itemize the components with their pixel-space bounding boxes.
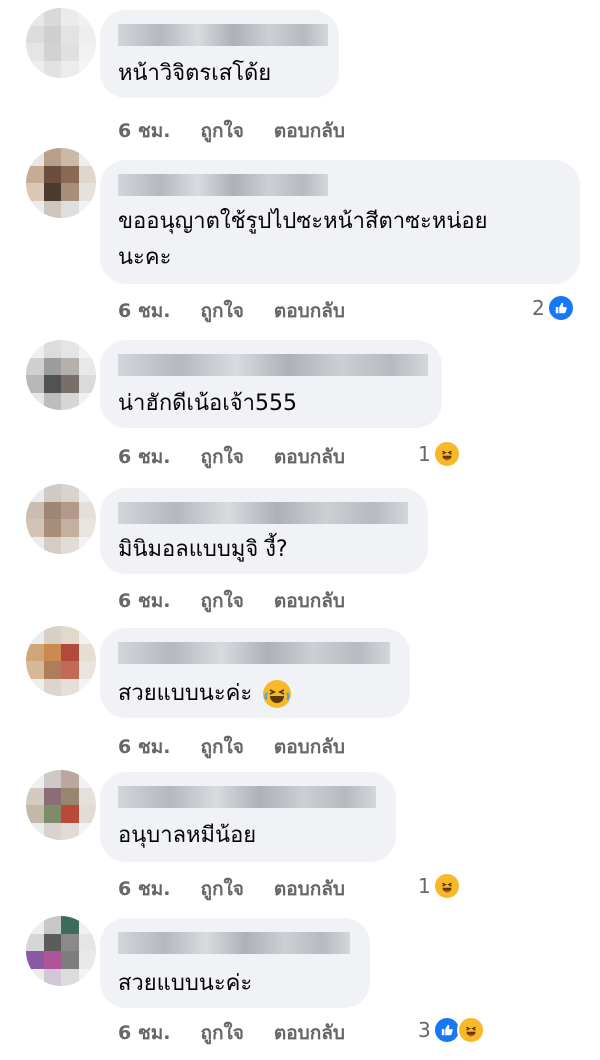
comment-bubble: มินิมอลแบบมูจิ งี้? [100, 488, 428, 574]
comment-bubble: น่าฮักดีเน้อเจ้า555 [100, 340, 442, 428]
comment-text-content: สวยแบบนะค่ะ [118, 681, 253, 706]
comment-actions: 6 ชม. ถูกใจ ตอบกลับ [118, 586, 345, 616]
comment-actions: 6 ชม. ถูกใจ ตอบกลับ [118, 442, 345, 472]
reaction-count: 3 [418, 1018, 431, 1042]
reaction-summary[interactable]: 1 [418, 440, 461, 468]
timestamp[interactable]: 6 ชม. [118, 874, 170, 904]
author-name-blurred[interactable] [118, 932, 350, 954]
avatar[interactable] [26, 484, 96, 554]
avatar[interactable] [26, 340, 96, 410]
reply-button[interactable]: ตอบกลับ [274, 296, 345, 326]
reaction-count: 1 [418, 442, 431, 466]
comment-bubble: สวยแบบนะค่ะ [100, 628, 410, 718]
comment-text: มินิมอลแบบมูจิ งี้? [118, 537, 288, 562]
author-name-blurred[interactable] [118, 786, 376, 808]
reply-button[interactable]: ตอบกลับ [274, 1018, 345, 1048]
like-button[interactable]: ถูกใจ [200, 296, 243, 326]
crying-laughing-emoji-icon [263, 680, 292, 708]
like-button[interactable]: ถูกใจ [200, 874, 243, 904]
avatar[interactable] [26, 8, 96, 78]
reaction-count: 2 [532, 296, 545, 320]
reply-button[interactable]: ตอบกลับ [274, 116, 345, 146]
like-button[interactable]: ถูกใจ [200, 586, 243, 616]
avatar[interactable] [26, 148, 96, 218]
timestamp[interactable]: 6 ชม. [118, 586, 170, 616]
timestamp[interactable]: 6 ชม. [118, 296, 170, 326]
comment-actions: 6 ชม. ถูกใจ ตอบกลับ [118, 732, 345, 762]
author-name-blurred[interactable] [118, 502, 408, 524]
avatar[interactable] [26, 626, 96, 696]
comment-text-line1: ขออนุญาตใช้รูปไปซะหน้าสีตาซะหน่อย [118, 209, 488, 234]
comment-text: สวยแบบนะค่ะ [118, 971, 253, 996]
timestamp[interactable]: 6 ชม. [118, 442, 170, 472]
comment-actions: 6 ชม. ถูกใจ ตอบกลับ [118, 1018, 345, 1048]
timestamp[interactable]: 6 ชม. [118, 732, 170, 762]
avatar[interactable] [26, 916, 96, 986]
like-button[interactable]: ถูกใจ [200, 732, 243, 762]
reply-button[interactable]: ตอบกลับ [274, 442, 345, 472]
haha-reaction-icon [432, 440, 461, 468]
comment-text: สวยแบบนะค่ะ [118, 676, 292, 712]
like-button[interactable]: ถูกใจ [200, 442, 243, 472]
reply-button[interactable]: ตอบกลับ [274, 586, 345, 616]
reply-button[interactable]: ตอบกลับ [274, 874, 345, 904]
comment-bubble: สวยแบบนะค่ะ [100, 918, 370, 1008]
comment-bubble: อนุบาลหมีน้อย [100, 772, 396, 862]
haha-reaction-icon [456, 1016, 485, 1044]
author-name-blurred[interactable] [118, 354, 428, 376]
comment-bubble: ขออนุญาตใช้รูปไปซะหน้าสีตาซะหน่อย นะคะ [100, 160, 580, 284]
like-reaction-icon [546, 294, 575, 322]
reaction-summary[interactable]: 3 [418, 1016, 485, 1044]
timestamp[interactable]: 6 ชม. [118, 116, 170, 146]
comment-text: น่าฮักดีเน้อเจ้า555 [118, 391, 297, 416]
like-button[interactable]: ถูกใจ [200, 1018, 243, 1048]
reaction-summary[interactable]: 1 [418, 872, 461, 900]
reply-button[interactable]: ตอบกลับ [274, 732, 345, 762]
haha-reaction-icon [432, 872, 461, 900]
reaction-summary[interactable]: 2 [532, 294, 575, 322]
timestamp[interactable]: 6 ชม. [118, 1018, 170, 1048]
comment-bubble: หน้าวิจิตรเสโด้ย [100, 10, 339, 98]
author-name-blurred[interactable] [118, 174, 328, 196]
avatar[interactable] [26, 770, 96, 840]
comment-text: หน้าวิจิตรเสโด้ย [118, 61, 272, 86]
reaction-count: 1 [418, 874, 431, 898]
author-name-blurred[interactable] [118, 24, 328, 46]
comment-actions: 6 ชม. ถูกใจ ตอบกลับ [118, 874, 345, 904]
comment-actions: 6 ชม. ถูกใจ ตอบกลับ [118, 296, 345, 326]
comment-actions: 6 ชม. ถูกใจ ตอบกลับ [118, 116, 345, 146]
author-name-blurred[interactable] [118, 642, 390, 664]
like-button[interactable]: ถูกใจ [200, 116, 243, 146]
comment-text: อนุบาลหมีน้อย [118, 823, 257, 848]
comment-text-line2: นะคะ [118, 245, 172, 270]
